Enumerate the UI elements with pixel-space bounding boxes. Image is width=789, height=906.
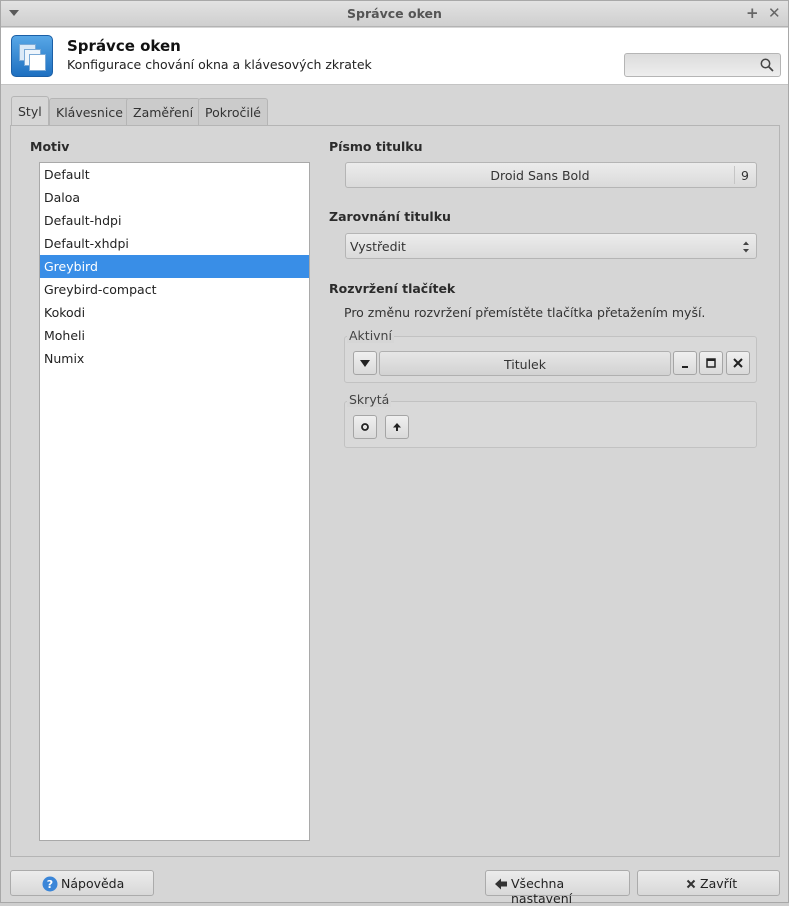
maximize-icon[interactable]: + xyxy=(746,4,759,22)
search-icon[interactable] xyxy=(760,58,774,72)
theme-label: Motiv xyxy=(30,139,70,154)
list-item[interactable]: Greybird-compact xyxy=(40,278,309,301)
list-item[interactable]: Kokodi xyxy=(40,301,309,324)
close-icon xyxy=(686,879,696,889)
menu-triangle-icon xyxy=(360,360,370,367)
tab-pokrocile[interactable]: Pokročilé xyxy=(198,98,268,126)
help-icon: ? xyxy=(42,876,58,892)
svg-text:?: ? xyxy=(47,878,53,891)
help-button[interactable]: ? Nápověda xyxy=(10,870,154,896)
menu-button[interactable] xyxy=(353,351,377,375)
font-size: 9 xyxy=(741,168,749,183)
all-settings-button[interactable]: Všechna nastavení xyxy=(485,870,630,906)
title-font-label: Písmo titulku xyxy=(329,139,423,154)
tab-styl[interactable]: Styl xyxy=(11,96,49,125)
close-icon xyxy=(733,358,743,368)
tab-klavesnice[interactable]: Klávesnice xyxy=(49,98,130,126)
all-settings-label: Všechna nastavení xyxy=(511,876,573,906)
font-name: Droid Sans Bold xyxy=(490,168,590,183)
list-item-selected[interactable]: Greybird xyxy=(40,255,309,278)
title-font-button[interactable]: Droid Sans Bold 9 xyxy=(345,162,757,188)
active-label: Aktivní xyxy=(347,328,394,343)
search-input[interactable] xyxy=(624,53,781,77)
page-subtitle: Konfigurace chování okna a klávesových z… xyxy=(67,57,372,72)
theme-list[interactable]: Default Daloa Default-hdpi Default-xhdpi… xyxy=(39,162,310,841)
updown-arrows-icon xyxy=(743,241,749,253)
close-button[interactable] xyxy=(726,351,750,375)
list-item[interactable]: Default xyxy=(40,163,309,186)
shade-button[interactable] xyxy=(385,415,409,439)
tab-zamereni[interactable]: Zaměření xyxy=(126,98,201,126)
button-layout-hint: Pro změnu rozvržení přemístěte tlačítka … xyxy=(344,305,706,320)
stick-circle-icon xyxy=(361,423,369,431)
title-button[interactable]: Titulek xyxy=(379,351,671,376)
close-label: Zavřít xyxy=(700,876,738,891)
title-alignment-select[interactable]: Vystředit xyxy=(345,233,757,259)
close-dialog-button[interactable]: Zavřít xyxy=(637,870,780,896)
title-alignment-value: Vystředit xyxy=(350,239,406,254)
close-icon[interactable]: ✕ xyxy=(768,4,781,22)
window-title: Správce oken xyxy=(347,6,442,21)
header: Správce oken Konfigurace chování okna a … xyxy=(1,28,788,85)
list-item[interactable]: Default-hdpi xyxy=(40,209,309,232)
maximize-icon xyxy=(706,358,716,368)
hidden-label: Skrytá xyxy=(347,392,392,407)
title-bar: Správce oken + ✕ xyxy=(1,1,788,27)
title-alignment-label: Zarovnání titulku xyxy=(329,209,451,224)
button-layout-label: Rozvržení tlačítek xyxy=(329,281,456,296)
window: Správce oken + ✕ Správce oken Konfigurac… xyxy=(0,0,789,906)
window-manager-icon xyxy=(11,35,53,77)
maximize-button[interactable] xyxy=(699,351,723,375)
minimize-icon xyxy=(682,366,688,368)
arrow-up-icon xyxy=(393,423,401,431)
list-item[interactable]: Daloa xyxy=(40,186,309,209)
minimize-button[interactable] xyxy=(673,351,697,375)
help-label: Nápověda xyxy=(61,876,125,891)
list-item[interactable]: Default-xhdpi xyxy=(40,232,309,255)
page-title: Správce oken xyxy=(67,37,181,55)
list-item[interactable]: Moheli xyxy=(40,324,309,347)
arrow-left-icon xyxy=(495,878,507,890)
stick-button[interactable] xyxy=(353,415,377,439)
list-item[interactable]: Numix xyxy=(40,347,309,370)
